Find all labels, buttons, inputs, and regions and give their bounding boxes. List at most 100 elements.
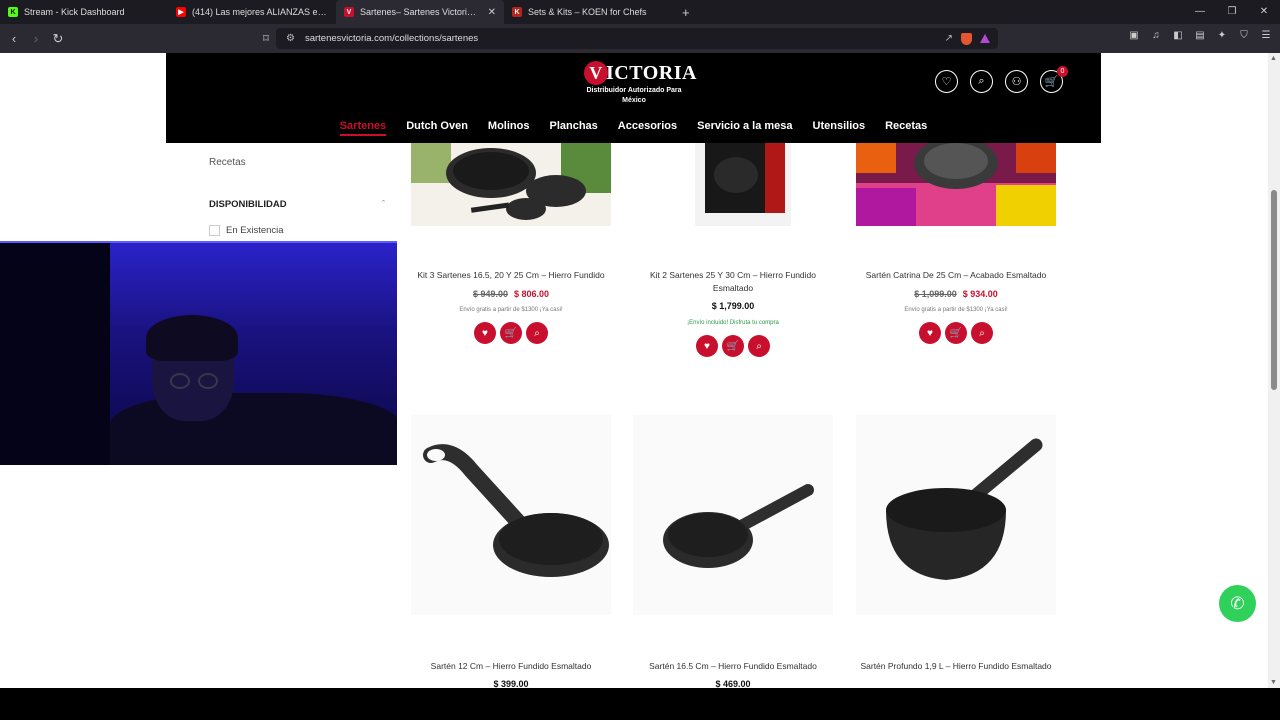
- wishlist-icon[interactable]: ♡: [935, 70, 958, 93]
- tab-youtube[interactable]: ▶ (414) Las mejores ALIANZAS entre tib: [168, 0, 336, 24]
- browser-tab-bar: K Stream - Kick Dashboard ▶ (414) Las me…: [0, 0, 1280, 24]
- product-image[interactable]: [411, 143, 611, 226]
- site-header: V ICTORIA Distribuidor Autorizado Para Mé…: [166, 53, 1101, 143]
- tab-title: Sets & Kits – KOEN for Chefs: [528, 7, 647, 17]
- product-image[interactable]: [856, 143, 1056, 226]
- main-nav: Sartenes Dutch Oven Molinos Planchas Acc…: [166, 120, 1101, 136]
- product-price: $ 469.00: [622, 679, 844, 688]
- quick-view-icon[interactable]: ⌕: [971, 322, 993, 344]
- old-price: $ 949.00: [472, 289, 508, 299]
- product-image[interactable]: [856, 415, 1056, 615]
- tab-kick[interactable]: K Stream - Kick Dashboard: [0, 0, 168, 24]
- url-bar[interactable]: ⚙ sartenesvictoria.com/collections/sarte…: [276, 28, 998, 49]
- chevron-up-icon[interactable]: ˆ: [382, 199, 385, 210]
- kick-icon: K: [8, 7, 18, 17]
- product-price: $ 1,099.00 $ 934.00: [845, 289, 1067, 299]
- nav-servicio-mesa[interactable]: Servicio a la mesa: [697, 120, 792, 136]
- victoria-logo[interactable]: V ICTORIA Distribuidor Autorizado Para Mé…: [584, 61, 696, 105]
- cart-icon[interactable]: 🛒 0: [1040, 66, 1068, 93]
- product-name[interactable]: Sartén Profundo 1,9 L – Hierro Fundido E…: [845, 660, 1067, 673]
- regular-price: $ 399.00: [493, 679, 529, 688]
- youtube-icon: ▶: [176, 7, 186, 17]
- tab-koen[interactable]: K Sets & Kits – KOEN for Chefs: [504, 0, 672, 24]
- site-info-icon[interactable]: ⚙: [286, 33, 295, 44]
- nav-molinos[interactable]: Molinos: [488, 120, 530, 136]
- regular-price: $ 1,799.00: [711, 301, 755, 311]
- nav-sartenes[interactable]: Sartenes: [339, 120, 387, 136]
- product-name[interactable]: Sartén Catrina De 25 Cm – Acabado Esmalt…: [845, 269, 1067, 282]
- restore-icon[interactable]: ❐: [1216, 0, 1248, 24]
- logo-tagline: Distribuidor Autorizado Para: [586, 87, 682, 94]
- wallet-icon[interactable]: ▤: [1194, 30, 1206, 41]
- sale-price: $ 806.00: [514, 289, 550, 299]
- sidebar-icon[interactable]: ◧: [1172, 30, 1184, 41]
- wishlist-heart-icon[interactable]: ♥: [696, 335, 718, 357]
- cart-count-badge: 0: [1057, 66, 1068, 77]
- minimize-icon[interactable]: —: [1184, 0, 1216, 24]
- new-tab-icon[interactable]: +: [682, 5, 690, 20]
- forward-icon[interactable]: ›: [26, 31, 46, 46]
- logo-v: V: [584, 61, 608, 85]
- scrollbar-thumb[interactable]: [1271, 190, 1277, 390]
- wishlist-heart-icon[interactable]: ♥: [474, 322, 496, 344]
- logo-word: ICTORIA: [606, 61, 697, 84]
- product-name[interactable]: Kit 3 Sartenes 16.5, 20 Y 25 Cm – Hierro…: [400, 269, 622, 282]
- back-icon[interactable]: ‹: [4, 31, 24, 46]
- sale-price: $ 934.00: [962, 289, 998, 299]
- old-price: $ 1,099.00: [914, 289, 957, 299]
- menu-icon[interactable]: ☰: [1260, 30, 1272, 41]
- account-icon[interactable]: ⚇: [1005, 70, 1028, 93]
- filter-availability-header[interactable]: DISPONIBILIDAD ˆ: [209, 199, 385, 210]
- quick-view-icon[interactable]: ⌕: [748, 335, 770, 357]
- sidebar-link-recetas[interactable]: Recetas: [209, 157, 246, 168]
- filter-in-stock[interactable]: En Existencia: [209, 225, 284, 236]
- add-to-cart-icon[interactable]: 🛒: [722, 335, 744, 357]
- screenshot-icon[interactable]: ▣: [1128, 30, 1140, 41]
- page-scrollbar[interactable]: ▲ ▼: [1268, 53, 1280, 688]
- add-to-cart-icon[interactable]: 🛒: [945, 322, 967, 344]
- filter-title: DISPONIBILIDAD: [209, 199, 287, 210]
- brave-rewards-icon[interactable]: [980, 34, 990, 43]
- product-name[interactable]: Kit 2 Sartenes 25 Y 30 Cm – Hierro Fundi…: [622, 269, 844, 295]
- close-tab-icon[interactable]: ✕: [488, 7, 496, 18]
- logo-tagline-country: México: [622, 97, 646, 104]
- product-image[interactable]: [411, 415, 611, 615]
- product-image[interactable]: [633, 143, 833, 226]
- leo-icon[interactable]: ✦: [1216, 30, 1228, 41]
- reload-icon[interactable]: ↻: [48, 31, 68, 47]
- close-window-icon[interactable]: ✕: [1248, 0, 1280, 24]
- scroll-down-icon[interactable]: ▼: [1270, 679, 1277, 686]
- tab-title: (414) Las mejores ALIANZAS entre tib: [192, 7, 328, 17]
- product-image[interactable]: [633, 415, 833, 615]
- brave-shield-icon[interactable]: [961, 32, 972, 45]
- wishlist-heart-icon[interactable]: ♥: [919, 322, 941, 344]
- add-to-cart-icon[interactable]: 🛒: [500, 322, 522, 344]
- tab-title: Stream - Kick Dashboard: [24, 7, 125, 17]
- filter-option-label: En Existencia: [226, 225, 284, 236]
- browser-toolbar: ‹ › ↻ ⌑ ⚙ sartenesvictoria.com/collectio…: [0, 24, 1280, 53]
- whatsapp-chat-icon[interactable]: ✆: [1219, 585, 1256, 622]
- product-price: $ 1,799.00: [622, 301, 844, 311]
- shipping-note: Envío gratis a partir de $1300 ¡Ya casi!: [904, 307, 1008, 313]
- tab-title: Sartenes– Sartenes Victoria Méx: [360, 7, 478, 17]
- koen-icon: K: [512, 7, 522, 17]
- tab-victoria[interactable]: V Sartenes– Sartenes Victoria Méx ✕: [336, 0, 504, 24]
- shipping-note: Envío gratis a partir de $1300 ¡Ya casi!: [459, 307, 563, 313]
- bookmark-icon[interactable]: ⌑: [256, 32, 276, 45]
- product-name[interactable]: Sartén 16.5 Cm – Hierro Fundido Esmaltad…: [622, 660, 844, 673]
- nav-recetas[interactable]: Recetas: [885, 120, 927, 136]
- nav-dutch-oven[interactable]: Dutch Oven: [406, 120, 468, 136]
- quick-view-icon[interactable]: ⌕: [526, 322, 548, 344]
- product-name[interactable]: Sartén 12 Cm – Hierro Fundido Esmaltado: [400, 660, 622, 673]
- in-stock-checkbox[interactable]: [209, 225, 220, 236]
- nav-accesorios[interactable]: Accesorios: [618, 120, 677, 136]
- media-icon[interactable]: ♫: [1150, 30, 1162, 41]
- nav-utensilios[interactable]: Utensilios: [813, 120, 866, 136]
- shipping-note: ¡Envío incluido! Disfruta tu compra: [687, 320, 779, 326]
- nav-planchas[interactable]: Planchas: [549, 120, 597, 136]
- scroll-up-icon[interactable]: ▲: [1270, 55, 1277, 62]
- product-price: $ 949.00 $ 806.00: [400, 289, 622, 299]
- share-icon[interactable]: ↗: [945, 33, 953, 44]
- vpn-icon[interactable]: ⛉: [1238, 30, 1250, 41]
- search-icon[interactable]: ⌕: [970, 70, 993, 93]
